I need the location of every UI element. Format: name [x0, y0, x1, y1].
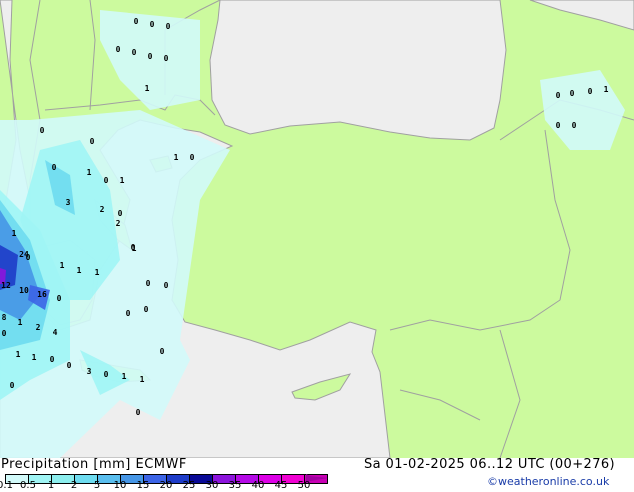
precipitation-map: 0 0 00 0 0 0100010 0 0 10 00132 020124011 11210 16 08… — [0, 0, 634, 458]
precipitation-value-label: 0 — [148, 52, 153, 61]
scale-ticks: 0.1 0.5 1 2 5 10 15 20 25 30 35 40 45 50 — [0, 480, 340, 492]
precipitation-value-label: 1 — [140, 375, 145, 384]
precipitation-value-label: 1 — [120, 176, 125, 185]
precipitation-value-label: 0 — [144, 305, 149, 314]
precipitation-value-label: 1 — [174, 153, 179, 162]
precipitation-value-label: 0 — [104, 176, 109, 185]
precipitation-value-label: 3 — [66, 198, 71, 207]
precipitation-value-label: 1 — [60, 261, 65, 270]
scale-tick-label: 40 — [251, 480, 265, 491]
scale-tick-label: 0.1 — [0, 480, 13, 491]
precipitation-value-label: 1 — [132, 244, 137, 253]
precipitation-value-label: 0 — [26, 253, 31, 262]
precipitation-value-label: 0 — [136, 408, 141, 417]
precipitation-value-label: 0 — [588, 87, 593, 96]
precipitation-value-label: 0 — [160, 347, 165, 356]
precipitation-value-label: 0 — [50, 355, 55, 364]
scale-tick-label: 15 — [136, 480, 150, 491]
precipitation-value-label: 0 — [90, 137, 95, 146]
precipitation-value-label: 0 — [146, 279, 151, 288]
precipitation-value-label: 8 — [2, 313, 7, 322]
precipitation-value-label: 1 — [604, 85, 609, 94]
precipitation-value-label: 1 — [16, 350, 21, 359]
precipitation-value-label: 1 — [145, 84, 150, 93]
black-sea — [209, 0, 507, 141]
precipitation-value-label: 0 — [52, 163, 57, 172]
precipitation-value-label: 1 — [95, 268, 100, 277]
precipitation-value-label: 0 — [132, 48, 137, 57]
precipitation-value-label: 0 — [166, 22, 171, 31]
precipitation-value-label: 0 — [556, 91, 561, 100]
precipitation-value-label: 1 — [77, 266, 82, 275]
precipitation-value-label: 1 — [12, 229, 17, 238]
precipitation-value-label: 0 — [116, 45, 121, 54]
precipitation-value-label: 0 — [556, 121, 561, 130]
precipitation-value-label: 0 — [126, 309, 131, 318]
scale-tick-label: 50 — [297, 480, 311, 491]
credit-link[interactable]: ©weatheronline.co.uk — [487, 475, 609, 488]
precipitation-value-label: 0 — [40, 126, 45, 135]
precipitation-value-label: 4 — [53, 328, 58, 337]
precipitation-value-label: 1 — [32, 353, 37, 362]
precipitation-value-label: 0 — [104, 370, 109, 379]
precipitation-value-label: 0 — [10, 381, 15, 390]
scale-tick-label: 45 — [274, 480, 288, 491]
precipitation-value-label: 0 — [164, 54, 169, 63]
precipitation-value-label: 0 — [67, 361, 72, 370]
precipitation-value-label: 0 — [150, 20, 155, 29]
precipitation-value-label: 0 — [2, 329, 7, 338]
legend: Precipitation [mm] ECMWF Sa 01-02-2025 0… — [0, 457, 634, 492]
precipitation-value-label: 1 — [122, 372, 127, 381]
scale-tick-label: 30 — [205, 480, 219, 491]
precipitation-value-label: 0 — [57, 294, 62, 303]
precipitation-value-label: 2 — [116, 219, 121, 228]
scale-tick-label: 10 — [113, 480, 127, 491]
scale-tick-label: 35 — [228, 480, 242, 491]
precipitation-value-label: 2 — [100, 205, 105, 214]
precipitation-value-label: 3 — [87, 367, 92, 376]
scale-tick-label: 0.5 — [20, 480, 36, 491]
scale-tick-label: 25 — [182, 480, 196, 491]
precipitation-value-label: 0 — [190, 153, 195, 162]
precipitation-value-label: 0 — [164, 281, 169, 290]
precipitation-value-label: 0 — [572, 121, 577, 130]
precipitation-value-label: 1 — [87, 168, 92, 177]
precipitation-value-label: 0 — [118, 209, 123, 218]
valid-time: Sa 01-02-2025 06..12 UTC (00+276) — [364, 457, 616, 472]
scale-tick-label: 1 — [47, 480, 55, 491]
precipitation-value-label: 0 — [134, 17, 139, 26]
precipitation-value-label: 2 — [36, 323, 41, 332]
precipitation-value-label: 10 — [19, 286, 29, 295]
precipitation-value-label: 16 — [37, 290, 47, 299]
precipitation-value-label: 1 — [18, 318, 23, 327]
scale-tick-label: 2 — [70, 480, 78, 491]
scale-tick-label: 5 — [93, 480, 101, 491]
precipitation-value-label: 12 — [1, 281, 11, 290]
precipitation-value-label: 0 — [570, 89, 575, 98]
map-title: Precipitation [mm] ECMWF — [1, 457, 187, 472]
scale-tick-label: 20 — [159, 480, 173, 491]
